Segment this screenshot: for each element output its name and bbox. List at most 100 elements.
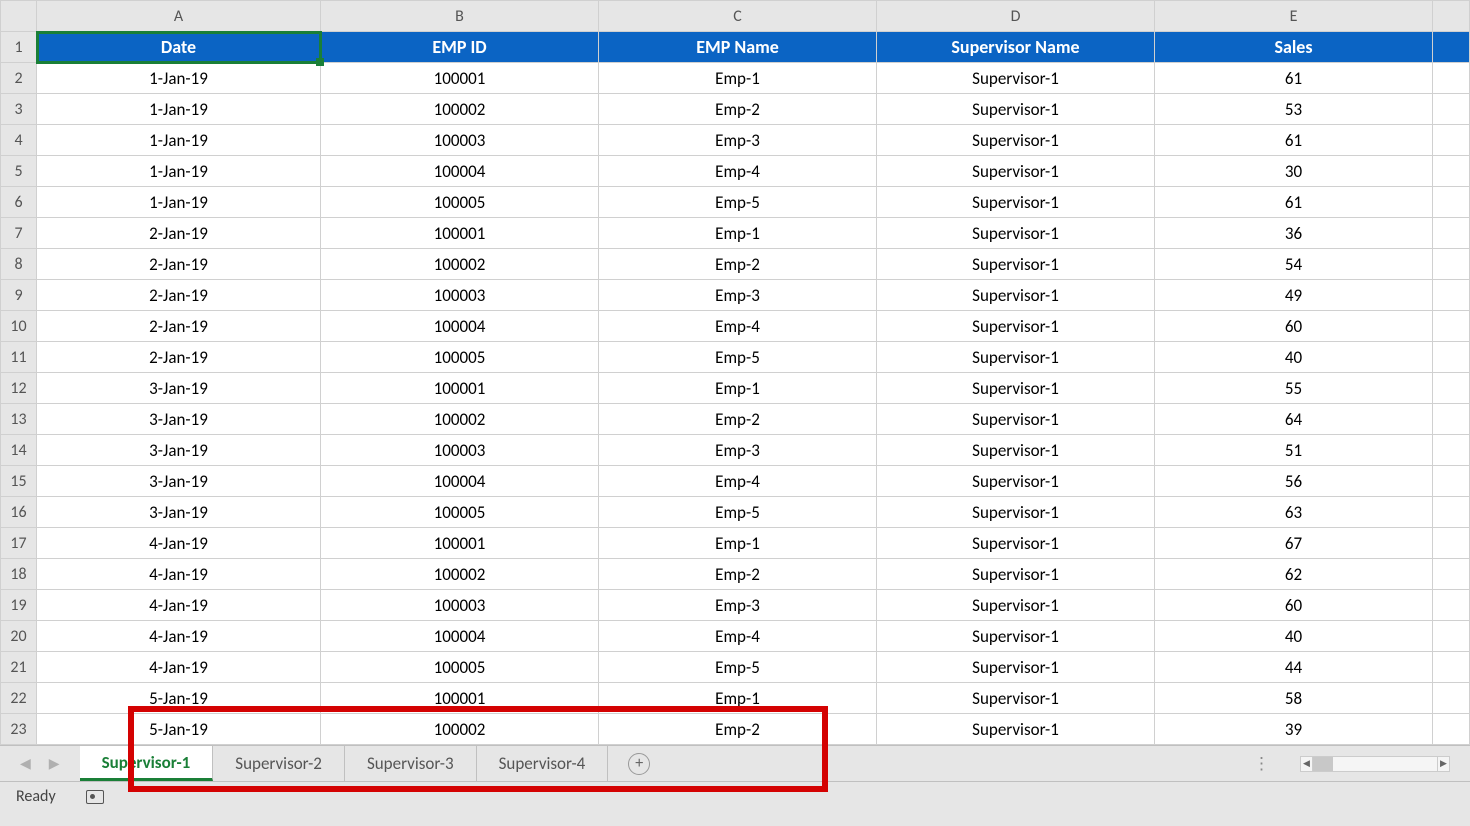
cell-blank[interactable] bbox=[1433, 63, 1470, 94]
cell-emp-name[interactable]: Emp-2 bbox=[599, 249, 877, 280]
row-header[interactable]: 22 bbox=[1, 683, 37, 714]
row-header[interactable]: 10 bbox=[1, 311, 37, 342]
cell-blank[interactable] bbox=[1433, 32, 1470, 63]
cell-date[interactable]: 4-Jan-19 bbox=[37, 652, 321, 683]
cell-emp-id[interactable]: 100003 bbox=[321, 590, 599, 621]
cell-blank[interactable] bbox=[1433, 435, 1470, 466]
cell-emp-name[interactable]: Emp-1 bbox=[599, 218, 877, 249]
cell-C1[interactable]: EMP Name bbox=[599, 32, 877, 63]
cell-supervisor[interactable]: Supervisor-1 bbox=[877, 683, 1155, 714]
cell-supervisor[interactable]: Supervisor-1 bbox=[877, 342, 1155, 373]
cell-supervisor[interactable]: Supervisor-1 bbox=[877, 125, 1155, 156]
cell-date[interactable]: 3-Jan-19 bbox=[37, 466, 321, 497]
cell-blank[interactable] bbox=[1433, 528, 1470, 559]
cell-blank[interactable] bbox=[1433, 187, 1470, 218]
cell-date[interactable]: 2-Jan-19 bbox=[37, 218, 321, 249]
col-header-C[interactable]: C bbox=[599, 1, 877, 32]
cell-supervisor[interactable]: Supervisor-1 bbox=[877, 94, 1155, 125]
cell-date[interactable]: 1-Jan-19 bbox=[37, 125, 321, 156]
cell-date[interactable]: 5-Jan-19 bbox=[37, 714, 321, 745]
cell-date[interactable]: 4-Jan-19 bbox=[37, 621, 321, 652]
sheet-tab[interactable]: Supervisor-2 bbox=[213, 746, 345, 781]
cell-D1[interactable]: Supervisor Name bbox=[877, 32, 1155, 63]
cell-date[interactable]: 1-Jan-19 bbox=[37, 156, 321, 187]
cell-emp-id[interactable]: 100005 bbox=[321, 342, 599, 373]
cell-blank[interactable] bbox=[1433, 249, 1470, 280]
row-header[interactable]: 12 bbox=[1, 373, 37, 404]
cell-emp-name[interactable]: Emp-2 bbox=[599, 404, 877, 435]
cell-sales[interactable]: 40 bbox=[1155, 342, 1433, 373]
cell-supervisor[interactable]: Supervisor-1 bbox=[877, 435, 1155, 466]
cell-sales[interactable]: 63 bbox=[1155, 497, 1433, 528]
cell-date[interactable]: 2-Jan-19 bbox=[37, 249, 321, 280]
cell-emp-id[interactable]: 100003 bbox=[321, 280, 599, 311]
cell-emp-name[interactable]: Emp-5 bbox=[599, 652, 877, 683]
row-header[interactable]: 14 bbox=[1, 435, 37, 466]
cell-supervisor[interactable]: Supervisor-1 bbox=[877, 497, 1155, 528]
row-header[interactable]: 6 bbox=[1, 187, 37, 218]
row-header[interactable]: 19 bbox=[1, 590, 37, 621]
cell-supervisor[interactable]: Supervisor-1 bbox=[877, 373, 1155, 404]
row-header[interactable]: 9 bbox=[1, 280, 37, 311]
row-header[interactable]: 2 bbox=[1, 63, 37, 94]
macro-record-icon[interactable] bbox=[86, 790, 104, 804]
cell-sales[interactable]: 51 bbox=[1155, 435, 1433, 466]
cell-blank[interactable] bbox=[1433, 683, 1470, 714]
cell-date[interactable]: 1-Jan-19 bbox=[37, 63, 321, 94]
row-header[interactable]: 3 bbox=[1, 94, 37, 125]
sheet-tab[interactable]: Supervisor-1 bbox=[80, 746, 214, 781]
cell-date[interactable]: 3-Jan-19 bbox=[37, 373, 321, 404]
cell-blank[interactable] bbox=[1433, 621, 1470, 652]
cell-supervisor[interactable]: Supervisor-1 bbox=[877, 187, 1155, 218]
new-sheet-button[interactable]: + bbox=[628, 753, 650, 775]
cell-supervisor[interactable]: Supervisor-1 bbox=[877, 249, 1155, 280]
cell-sales[interactable]: 61 bbox=[1155, 63, 1433, 94]
cell-emp-id[interactable]: 100001 bbox=[321, 528, 599, 559]
cell-blank[interactable] bbox=[1433, 218, 1470, 249]
row-header[interactable]: 15 bbox=[1, 466, 37, 497]
row-header[interactable]: 21 bbox=[1, 652, 37, 683]
cell-sales[interactable]: 61 bbox=[1155, 125, 1433, 156]
cell-emp-name[interactable]: Emp-4 bbox=[599, 466, 877, 497]
col-header-E[interactable]: E bbox=[1155, 1, 1433, 32]
cell-emp-id[interactable]: 100001 bbox=[321, 218, 599, 249]
cell-blank[interactable] bbox=[1433, 94, 1470, 125]
cell-E1[interactable]: Sales bbox=[1155, 32, 1433, 63]
col-header-B[interactable]: B bbox=[321, 1, 599, 32]
cell-date[interactable]: 4-Jan-19 bbox=[37, 559, 321, 590]
cell-sales[interactable]: 30 bbox=[1155, 156, 1433, 187]
cell-sales[interactable]: 39 bbox=[1155, 714, 1433, 745]
cell-date[interactable]: 2-Jan-19 bbox=[37, 342, 321, 373]
cell-emp-name[interactable]: Emp-1 bbox=[599, 373, 877, 404]
cell-date[interactable]: 4-Jan-19 bbox=[37, 528, 321, 559]
cell-date[interactable]: 2-Jan-19 bbox=[37, 311, 321, 342]
cell-emp-name[interactable]: Emp-2 bbox=[599, 559, 877, 590]
cell-blank[interactable] bbox=[1433, 404, 1470, 435]
cell-supervisor[interactable]: Supervisor-1 bbox=[877, 714, 1155, 745]
row-header[interactable]: 4 bbox=[1, 125, 37, 156]
cell-date[interactable]: 3-Jan-19 bbox=[37, 435, 321, 466]
cell-B1[interactable]: EMP ID bbox=[321, 32, 599, 63]
cell-emp-id[interactable]: 100003 bbox=[321, 435, 599, 466]
cell-emp-name[interactable]: Emp-1 bbox=[599, 528, 877, 559]
cell-supervisor[interactable]: Supervisor-1 bbox=[877, 621, 1155, 652]
row-header[interactable]: 20 bbox=[1, 621, 37, 652]
cell-emp-name[interactable]: Emp-2 bbox=[599, 714, 877, 745]
row-header[interactable]: 16 bbox=[1, 497, 37, 528]
cell-emp-id[interactable]: 100004 bbox=[321, 466, 599, 497]
cell-sales[interactable]: 49 bbox=[1155, 280, 1433, 311]
cell-blank[interactable] bbox=[1433, 652, 1470, 683]
cell-emp-id[interactable]: 100001 bbox=[321, 63, 599, 94]
scroll-left-icon[interactable]: ◀ bbox=[1301, 757, 1313, 771]
cell-emp-id[interactable]: 100001 bbox=[321, 683, 599, 714]
cell-blank[interactable] bbox=[1433, 714, 1470, 745]
cell-sales[interactable]: 54 bbox=[1155, 249, 1433, 280]
cell-blank[interactable] bbox=[1433, 342, 1470, 373]
cell-sales[interactable]: 61 bbox=[1155, 187, 1433, 218]
cell-sales[interactable]: 60 bbox=[1155, 590, 1433, 621]
cell-date[interactable]: 3-Jan-19 bbox=[37, 404, 321, 435]
cell-emp-id[interactable]: 100005 bbox=[321, 497, 599, 528]
cell-sales[interactable]: 67 bbox=[1155, 528, 1433, 559]
row-header[interactable]: 18 bbox=[1, 559, 37, 590]
cell-emp-id[interactable]: 100002 bbox=[321, 404, 599, 435]
